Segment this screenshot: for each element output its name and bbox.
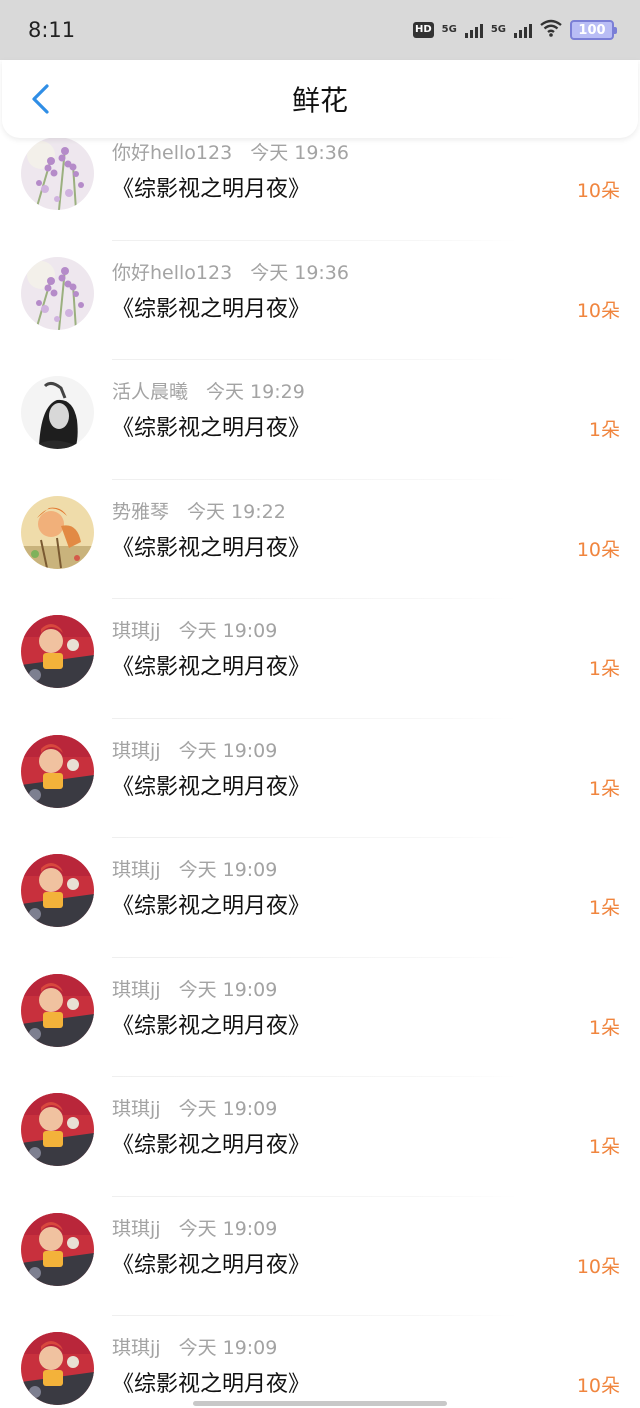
gift-meta: 琪琪jj 今天 19:09 xyxy=(112,616,277,643)
avatar[interactable] xyxy=(21,854,94,927)
network-type-1: 5G xyxy=(441,24,457,35)
book-title[interactable]: 《综影视之明月夜》 xyxy=(112,530,310,562)
gift-meta: 琪琪jj 今天 19:09 xyxy=(112,1214,277,1241)
gift-meta: 琪琪jj 今天 19:09 xyxy=(112,855,277,882)
flower-count: 1朵 xyxy=(588,1136,620,1158)
avatar[interactable] xyxy=(21,973,94,1047)
gift-row[interactable]: 活人晨曦 今天 19:29 《综影视之明月夜》 1朵 xyxy=(0,360,640,480)
gift-meta: 你好hello123 今天 19:36 xyxy=(112,258,349,285)
flower-count: 1朵 xyxy=(588,658,620,680)
gift-time: 今天 19:22 xyxy=(187,500,286,523)
book-title[interactable]: 《综影视之明月夜》 xyxy=(112,1366,310,1398)
hd-icon: HD xyxy=(412,22,434,38)
flower-count: 10朵 xyxy=(576,538,620,561)
book-title[interactable]: 《综影视之明月夜》 xyxy=(112,769,310,801)
network-type-2: 5G xyxy=(490,24,506,35)
gift-row[interactable]: 琪琪jj 今天 19:09 《综影视之明月夜》 1朵 xyxy=(0,1077,640,1197)
avatar[interactable] xyxy=(21,1212,94,1286)
gift-meta: 势雅琴 今天 19:22 xyxy=(112,497,286,524)
gift-meta: 琪琪jj 今天 19:09 xyxy=(112,736,277,763)
gift-row[interactable]: 琪琪jj 今天 19:09 《综影视之明月夜》 1朵 xyxy=(0,838,640,958)
gift-time: 今天 19:09 xyxy=(178,859,278,881)
username[interactable]: 你好hello123 xyxy=(112,258,232,285)
book-title[interactable]: 《综影视之明月夜》 xyxy=(112,410,310,442)
flower-count: 1朵 xyxy=(588,897,620,919)
gift-meta: 你好hello123 今天 19:36 xyxy=(112,138,349,165)
flower-count: 1朵 xyxy=(588,777,620,800)
avatar[interactable] xyxy=(21,138,94,210)
gift-meta: 琪琪jj 今天 19:09 xyxy=(112,1094,277,1121)
page-title: 鲜花 xyxy=(291,84,348,117)
wifi-icon xyxy=(540,19,562,41)
gift-time: 今天 19:36 xyxy=(250,142,349,164)
book-title[interactable]: 《综影视之明月夜》 xyxy=(112,291,310,323)
gift-row[interactable]: 琪琪jj 今天 19:09 《综影视之明月夜》 10朵 xyxy=(0,1197,640,1316)
gift-meta: 琪琪jj 今天 19:09 xyxy=(112,1333,277,1360)
gift-row[interactable]: 琪琪jj 今天 19:09 《综影视之明月夜》 10朵 xyxy=(0,1316,640,1408)
page-header: 鲜花 xyxy=(2,60,638,138)
gift-row[interactable]: 琪琪jj 今天 19:09 《综影视之明月夜》 1朵 xyxy=(0,719,640,838)
gift-row[interactable]: 琪琪jj 今天 19:09 《综影视之明月夜》 1朵 xyxy=(0,599,640,719)
book-title[interactable]: 《综影视之明月夜》 xyxy=(112,1127,310,1159)
status-time: 8:11 xyxy=(28,18,76,42)
gift-row[interactable]: 你好hello123 今天 19:36 《综影视之明月夜》 10朵 xyxy=(0,138,640,241)
avatar[interactable] xyxy=(21,1332,94,1405)
avatar[interactable] xyxy=(21,1093,94,1166)
gift-row[interactable]: 琪琪jj 今天 19:09 《综影视之明月夜》 1朵 xyxy=(0,958,640,1077)
book-title[interactable]: 《综影视之明月夜》 xyxy=(112,649,310,681)
back-arrow-icon xyxy=(32,84,49,114)
book-title[interactable]: 《综影视之明月夜》 xyxy=(112,1008,310,1040)
gift-meta: 活人晨曦 今天 19:29 xyxy=(112,377,305,404)
book-title[interactable]: 《综影视之明月夜》 xyxy=(112,171,310,203)
gift-time: 今天 19:36 xyxy=(250,261,349,284)
gift-time: 今天 19:09 xyxy=(178,1337,278,1359)
username[interactable]: 琪琪jj xyxy=(112,975,161,1002)
flower-count: 10朵 xyxy=(576,1255,620,1278)
flower-count: 10朵 xyxy=(576,1375,620,1397)
username[interactable]: 琪琪jj xyxy=(112,1333,161,1360)
signal-icon xyxy=(514,22,532,38)
gift-time: 今天 19:09 xyxy=(178,739,278,762)
status-bar: 8:11 HD 5G 5G 100 xyxy=(0,0,640,60)
gift-time: 今天 19:09 xyxy=(178,620,278,642)
gift-list[interactable]: 你好hello123 今天 19:36 《综影视之明月夜》 10朵 你好hello123… xyxy=(0,138,640,1408)
avatar[interactable] xyxy=(21,495,94,569)
username[interactable]: 琪琪jj xyxy=(112,736,161,763)
gift-time: 今天 19:09 xyxy=(178,1217,278,1240)
username[interactable]: 势雅琴 xyxy=(112,497,169,524)
back-button[interactable] xyxy=(20,79,60,119)
signal-icon xyxy=(464,22,483,38)
username[interactable]: 活人晨曦 xyxy=(112,377,188,404)
gift-meta: 琪琪jj 今天 19:09 xyxy=(112,975,277,1002)
flower-count: 10朵 xyxy=(576,180,620,202)
username[interactable]: 你好hello123 xyxy=(112,138,232,165)
book-title[interactable]: 《综影视之明月夜》 xyxy=(112,1247,310,1279)
gift-time: 今天 19:09 xyxy=(178,978,278,1001)
username[interactable]: 琪琪jj xyxy=(112,1094,161,1121)
username[interactable]: 琪琪jj xyxy=(112,616,161,643)
book-title[interactable]: 《综影视之明月夜》 xyxy=(112,888,310,920)
home-indicator[interactable] xyxy=(193,1401,447,1406)
username[interactable]: 琪琪jj xyxy=(112,855,161,882)
avatar[interactable] xyxy=(21,376,94,449)
flower-count: 10朵 xyxy=(576,299,620,322)
gift-row[interactable]: 势雅琴 今天 19:22 《综影视之明月夜》 10朵 xyxy=(0,480,640,599)
username[interactable]: 琪琪jj xyxy=(112,1214,161,1241)
status-icons: HD 5G 5G 100 xyxy=(412,19,617,41)
avatar[interactable] xyxy=(21,615,94,688)
gift-time: 今天 19:29 xyxy=(206,381,305,403)
gift-time: 今天 19:09 xyxy=(178,1098,278,1120)
avatar[interactable] xyxy=(21,256,94,330)
flower-count: 1朵 xyxy=(588,419,620,441)
avatar[interactable] xyxy=(21,734,94,808)
battery-icon: 100 xyxy=(570,20,617,40)
flower-count: 1朵 xyxy=(588,1016,620,1039)
gift-row[interactable]: 你好hello123 今天 19:36 《综影视之明月夜》 10朵 xyxy=(0,241,640,360)
